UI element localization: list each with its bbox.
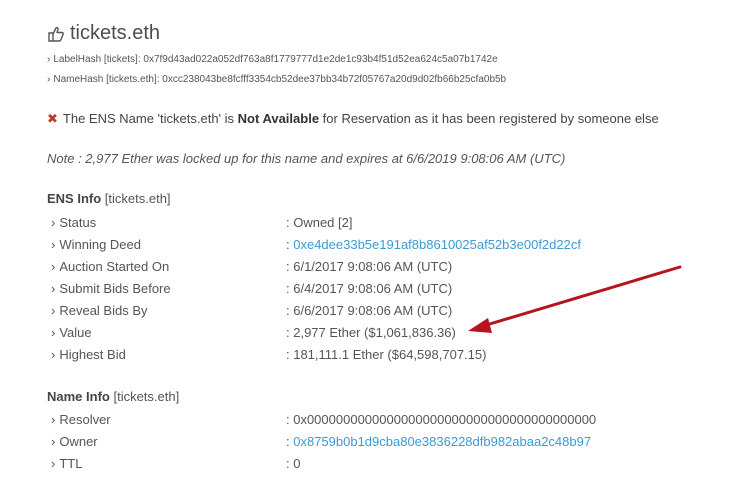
row-key: Submit Bids Before bbox=[59, 281, 171, 296]
row-value: : 0 bbox=[286, 456, 301, 471]
row-key: Winning Deed bbox=[59, 237, 141, 252]
chevron-right-icon: › bbox=[51, 281, 56, 296]
name-info-domain: [tickets.eth] bbox=[113, 389, 180, 404]
ens-info-domain: [tickets.eth] bbox=[104, 191, 171, 206]
winning-deed-link[interactable]: 0xe4dee33b5e191af8b8610025af52b3e00f2d22… bbox=[293, 237, 581, 252]
row-key: Reveal Bids By bbox=[59, 303, 148, 318]
availability-status: Not Available bbox=[237, 111, 320, 126]
row-key: Resolver bbox=[59, 412, 111, 427]
chevron-right-icon: › bbox=[51, 325, 56, 340]
availability-message: ✖ The ENS Name 'tickets.eth' is Not Avail… bbox=[47, 111, 659, 127]
row-key: Auction Started On bbox=[59, 259, 170, 274]
chevron-right-icon: › bbox=[51, 347, 56, 362]
ens-info-row-value: › Value : 2,977 Ether ($1,061,836.36) bbox=[51, 325, 711, 343]
owner-link[interactable]: 0x8759b0b1d9cba80e3836228dfb982abaa2c48b… bbox=[293, 434, 591, 449]
row-value: : 181,111.1 Ether ($64,598,707.15) bbox=[286, 347, 487, 362]
name-info-row-ttl: › TTL : 0 bbox=[51, 456, 711, 474]
name-info-title: Name Info bbox=[47, 389, 110, 404]
ens-info-row-highest-bid: › Highest Bid : 181,111.1 Ether ($64,598,… bbox=[51, 347, 711, 365]
row-key: TTL bbox=[59, 456, 83, 471]
ens-info-heading: ENS Info [tickets.eth] bbox=[47, 191, 171, 206]
chevron-right-icon: › bbox=[51, 259, 56, 274]
name-info-row-resolver: › Resolver : 0x00000000000000000000000000… bbox=[51, 412, 711, 430]
chevron-right-icon: › bbox=[51, 303, 56, 318]
name-hash: › NameHash [tickets.eth]: 0xcc238043be8fc… bbox=[47, 74, 506, 85]
chevron-right-icon: › bbox=[47, 54, 51, 65]
ens-info-row-status: › Status : Owned [2] bbox=[51, 215, 711, 233]
label-hash: › LabelHash [tickets]: 0x7f9d43ad022a052d… bbox=[47, 54, 498, 65]
name-hash-text: NameHash [tickets.eth]: 0xcc238043be8fcf… bbox=[53, 74, 507, 85]
ens-info-row-winning-deed: › Winning Deed : 0xe4dee33b5e191af8b86100… bbox=[51, 237, 711, 255]
lock-note: Note : 2,977 Ether was locked up for thi… bbox=[47, 151, 566, 166]
availability-prefix: The ENS Name 'tickets.eth' is bbox=[62, 111, 238, 126]
ens-info-row-reveal-bids: › Reveal Bids By : 6/6/2017 9:08:06 AM (U… bbox=[51, 303, 711, 321]
row-value: : 6/1/2017 9:08:06 AM (UTC) bbox=[286, 259, 453, 274]
row-key: Value bbox=[59, 325, 92, 340]
name-info-row-owner: › Owner : 0x8759b0b1d9cba80e3836228dfb982… bbox=[51, 434, 711, 452]
row-value: : 6/6/2017 9:08:06 AM (UTC) bbox=[286, 303, 453, 318]
chevron-right-icon: › bbox=[51, 215, 56, 230]
ens-info-row-auction-started: › Auction Started On : 6/1/2017 9:08:06 A… bbox=[51, 259, 711, 277]
row-key: Highest Bid bbox=[59, 347, 126, 362]
availability-suffix: for Reservation as it has been registere… bbox=[319, 111, 659, 126]
row-value: : 2,977 Ether ($1,061,836.36) bbox=[286, 325, 456, 340]
chevron-right-icon: › bbox=[51, 456, 56, 471]
hand-point-right-icon bbox=[48, 26, 64, 42]
chevron-right-icon: › bbox=[51, 237, 56, 252]
label-hash-text: LabelHash [tickets]: 0x7f9d43ad022a052df… bbox=[53, 54, 498, 65]
page-title: tickets.eth bbox=[70, 22, 161, 44]
chevron-right-icon: › bbox=[51, 434, 56, 449]
row-value: : 6/4/2017 9:08:06 AM (UTC) bbox=[286, 281, 453, 296]
name-info-heading: Name Info [tickets.eth] bbox=[47, 389, 179, 404]
row-value: : 0x000000000000000000000000000000000000… bbox=[286, 412, 597, 427]
chevron-right-icon: › bbox=[47, 74, 51, 85]
chevron-right-icon: › bbox=[51, 412, 56, 427]
row-key: Status bbox=[59, 215, 97, 230]
ens-info-title: ENS Info bbox=[47, 191, 102, 206]
row-key: Owner bbox=[59, 434, 98, 449]
x-icon: ✖ bbox=[47, 111, 58, 126]
page-header: tickets.eth bbox=[47, 22, 160, 45]
row-value: : Owned [2] bbox=[286, 215, 353, 230]
ens-info-row-submit-bids: › Submit Bids Before : 6/4/2017 9:08:06 A… bbox=[51, 281, 711, 299]
